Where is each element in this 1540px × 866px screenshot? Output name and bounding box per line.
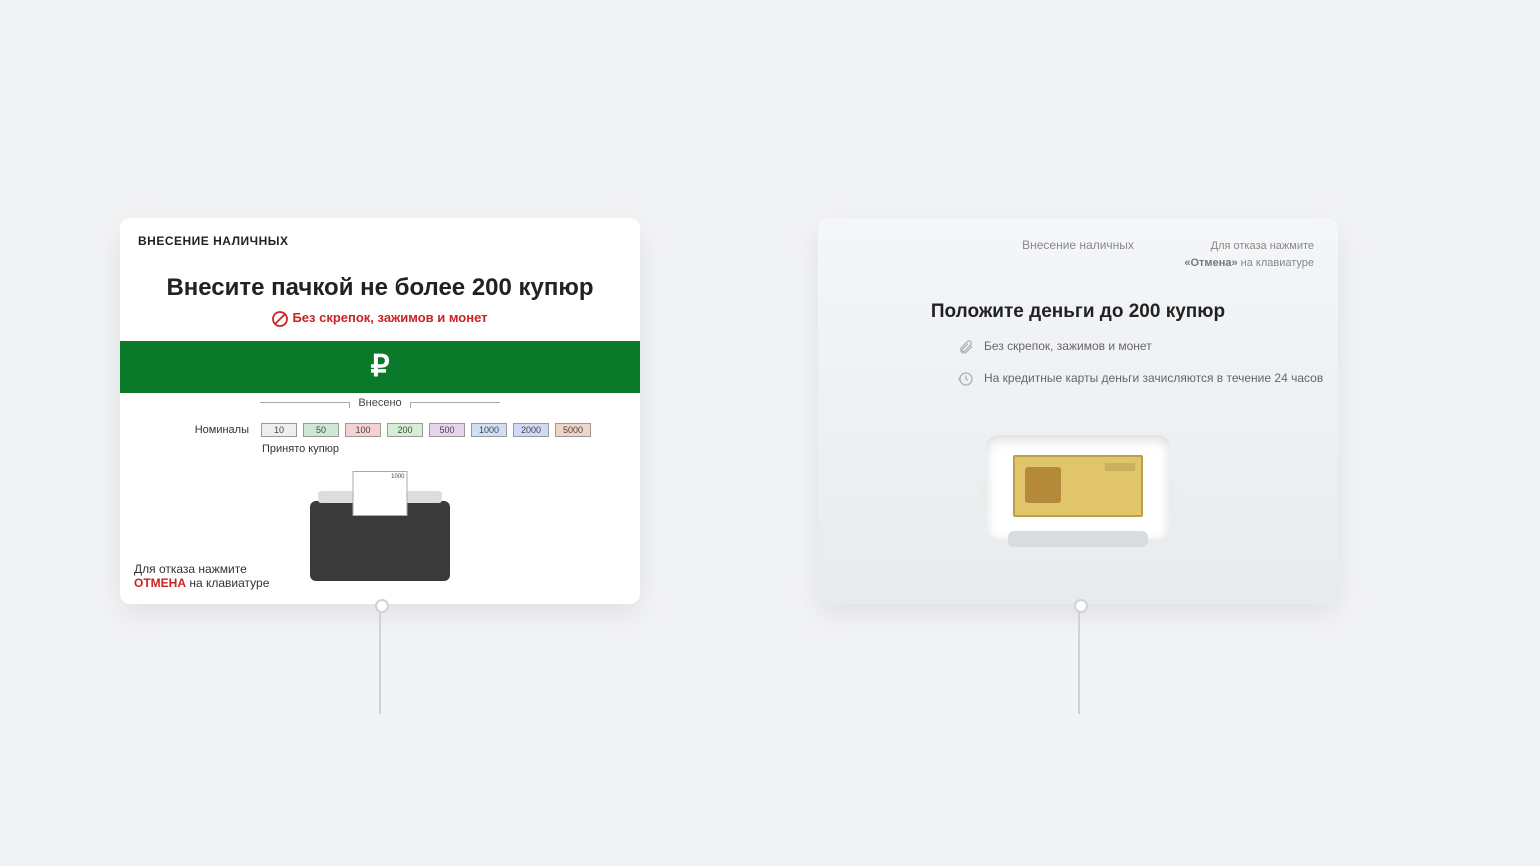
main-instruction: Внесите пачкой не более 200 купюр: [120, 274, 640, 302]
denom-chip: 50: [303, 423, 339, 437]
screen-header: Внесение наличных: [1022, 238, 1134, 252]
history-icon: [958, 371, 974, 387]
paperclip-icon: [958, 339, 974, 355]
denom-chip: 500: [429, 423, 465, 437]
connector-stem: [1078, 604, 1080, 714]
new-atm-screen: . Внесение наличных Для отказа нажмите «…: [818, 218, 1338, 604]
prohibit-icon: [272, 311, 288, 327]
denom-chip: 2000: [513, 423, 549, 437]
tip-credit-delay: На кредитные карты деньги зачисляются в …: [818, 369, 1338, 387]
cash-slot-illustration: [968, 417, 1188, 557]
denom-chip: 10: [261, 423, 297, 437]
old-atm-screen: ВНЕСЕНИЕ НАЛИЧНЫХ Внесите пачкой не боле…: [120, 218, 640, 604]
ruble-icon: ₽: [370, 349, 389, 384]
main-instruction: Положите деньги до 200 купюр: [818, 301, 1338, 323]
amount-bar: ₽: [120, 341, 640, 393]
warning-text: Без скрепок, зажимов и монет: [120, 310, 640, 327]
deposited-label: Внесено: [358, 397, 401, 409]
cancel-hint: Для отказа нажмите «Отмена» на клавиатур…: [1184, 238, 1314, 271]
tip-no-clips: Без скрепок, зажимов и монет: [818, 337, 1338, 355]
cancel-hint: Для отказа нажмите ОТМЕНА на клавиатуре: [134, 562, 269, 590]
denominations-row: Номиналы 10 50 100 200 500 1000 2000 500…: [120, 423, 640, 437]
accepted-label: Принято купюр: [120, 443, 640, 455]
cancel-keyword: ОТМЕНА: [134, 576, 186, 590]
connector-stem: [379, 604, 381, 714]
denom-row-label: Номиналы: [169, 424, 249, 436]
denom-chip: 5000: [555, 423, 591, 437]
denom-chip: 1000: [471, 423, 507, 437]
screen-header: ВНЕСЕНИЕ НАЛИЧНЫХ: [120, 218, 640, 248]
denom-chip: 200: [387, 423, 423, 437]
cancel-keyword: «Отмена»: [1184, 257, 1237, 269]
denom-chip: 100: [345, 423, 381, 437]
deposited-label-row: Внесено: [120, 397, 640, 409]
